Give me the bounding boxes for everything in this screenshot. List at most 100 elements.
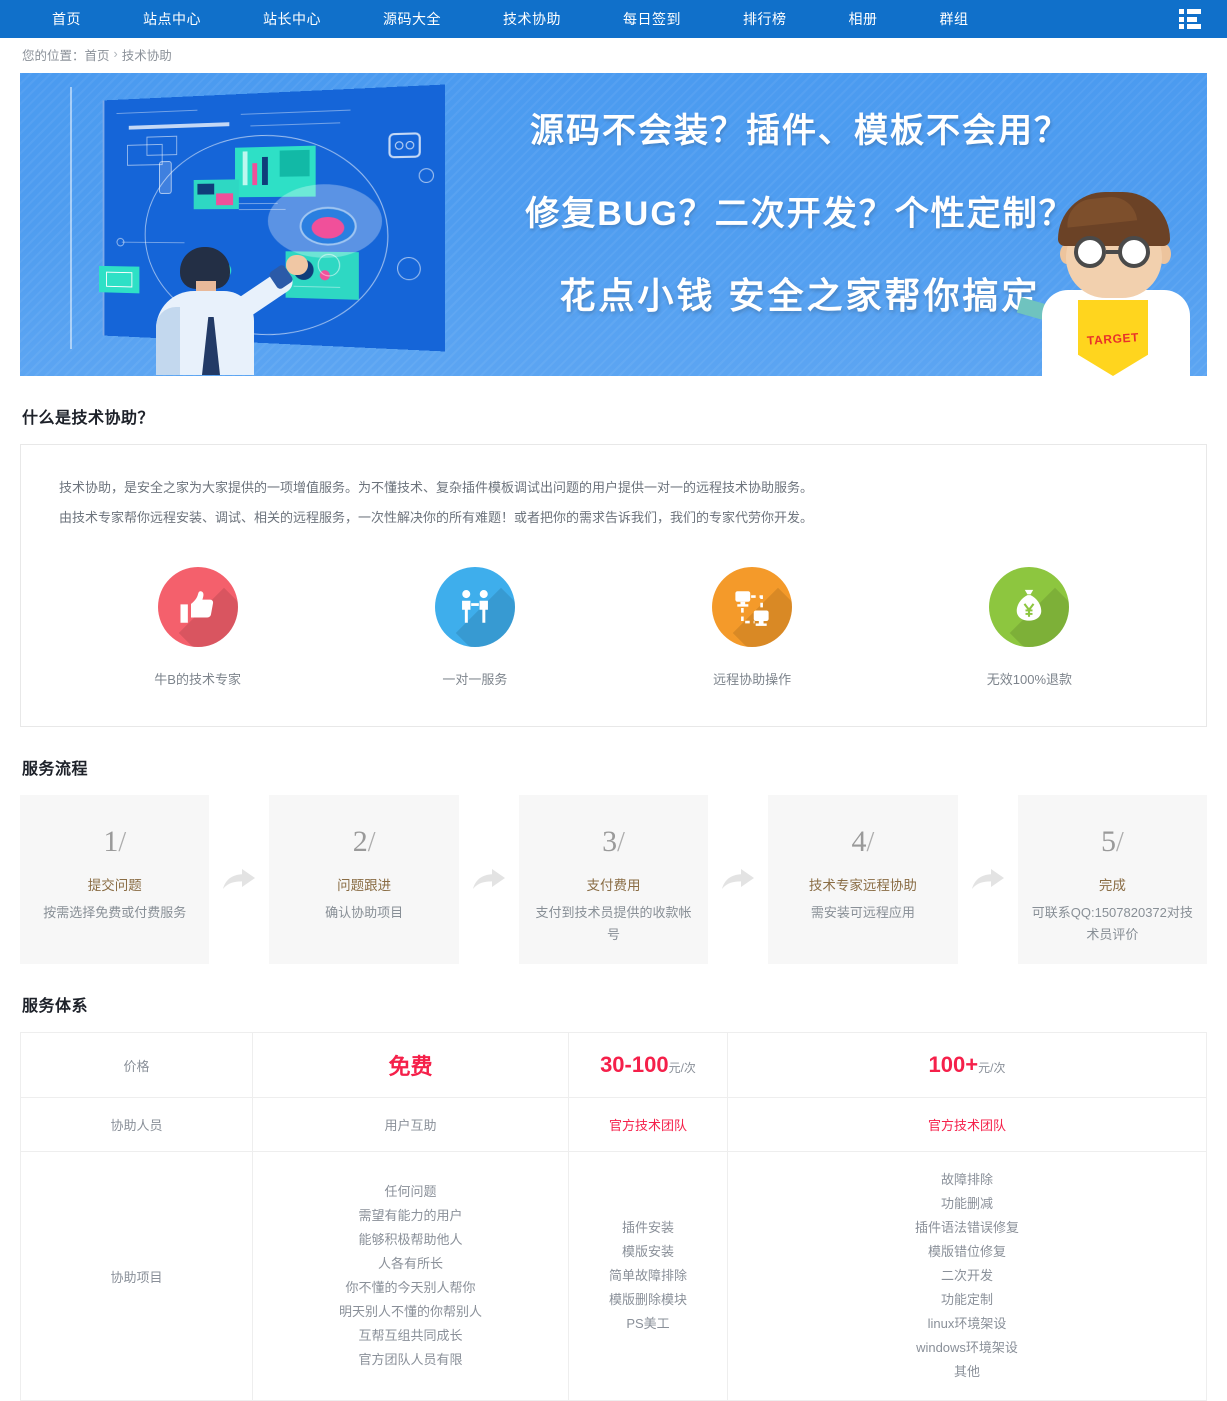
step-desc-5: 可联系QQ:1507820372对技术员评价 [1030,902,1195,946]
items-mid-cell: 插件安装 模版安装 简单故障排除 模版删除模块 PS美工 [569,1152,728,1401]
price-high-unit: 元/次 [978,1061,1005,1075]
step-number-5: 5/ [1030,819,1195,866]
forward-arrow-icon [209,795,269,964]
price-mid-cell: 30-100元/次 [569,1033,728,1098]
staff-mid-cell: 官方技术团队 [569,1098,728,1152]
list-item: 互帮互组共同成长 [261,1324,560,1348]
feature-item-one-on-one: 一对一服务 [336,567,613,688]
price-mid-unit: 元/次 [669,1061,696,1075]
list-item: 能够积极帮助他人 [261,1228,560,1252]
process-heading: 服务流程 [22,755,1227,779]
forward-arrow-icon [708,795,768,964]
mascot-illustration: TARGET [1032,186,1197,376]
breadcrumb: 您的位置： 首页 › 技术协助 [0,38,1227,70]
price-free-value: 免费 [388,1054,432,1079]
whatis-paragraph-1: 技术协助，是安全之家为大家提供的一项增值服务。为不懂技术、复杂插件模板调试出问题… [59,473,1168,503]
price-high-cell: 100+元/次 [728,1033,1207,1098]
breadcrumb-home[interactable]: 首页 [85,45,110,64]
feature-label-expert: 牛B的技术专家 [59,669,336,688]
breadcrumb-separator: › [114,47,118,61]
nav-item-site-center[interactable]: 站点中心 [143,9,201,29]
list-item: 简单故障排除 [577,1264,719,1288]
list-item: 功能定制 [736,1288,1198,1312]
services-heading: 服务体系 [22,992,1227,1016]
feature-label-remote: 远程协助操作 [614,669,891,688]
nav-item-daily-checkin[interactable]: 每日签到 [623,9,681,29]
breadcrumb-current: 技术协助 [122,45,172,64]
list-item: 功能删减 [736,1192,1198,1216]
process-step-1: 1/ 提交问题 按需选择免费或付费服务 [20,795,209,964]
feature-item-refund: 无效100%退款 [891,567,1168,688]
price-high-value: 100+ [929,1052,979,1077]
promo-banner[interactable]: 源码不会装？插件、模板不会用？ 修复BUG？二次开发？个性定制？ 花点小钱 安全… [20,73,1207,376]
nav-item-source-code[interactable]: 源码大全 [383,9,441,29]
list-item: linux环境架设 [736,1312,1198,1336]
list-item: 官方团队人员有限 [261,1348,560,1372]
whatis-panel: 技术协助，是安全之家为大家提供的一项增值服务。为不懂技术、复杂插件模板调试出问题… [20,444,1207,727]
nav-item-tech-support[interactable]: 技术协助 [503,9,561,29]
row-label-items: 协助项目 [21,1152,253,1401]
nav-item-album[interactable]: 相册 [849,9,878,29]
price-free-cell: 免费 [253,1033,569,1098]
thumbs-up-icon [158,567,238,647]
forward-arrow-icon [958,795,1018,964]
row-label-staff: 协助人员 [21,1098,253,1152]
forward-arrow-icon [459,795,519,964]
step-number-2: 2/ [281,819,446,866]
list-item: 你不懂的今天别人帮你 [261,1276,560,1300]
feature-item-remote: 远程协助操作 [614,567,891,688]
feature-label-one-on-one: 一对一服务 [336,669,613,688]
list-item: windows环境架设 [736,1336,1198,1360]
process-step-list: 1/ 提交问题 按需选择免费或付费服务 2/ 问题跟进 确认协助项目 3/ 支付… [20,795,1207,964]
step-title-3: 支付费用 [531,874,696,894]
step-desc-3: 支付到技术员提供的收款帐号 [531,902,696,946]
step-number-1: 1/ [32,819,197,866]
list-item: 插件安装 [577,1216,719,1240]
step-desc-4: 需安装可远程应用 [780,902,945,924]
step-desc-1: 按需选择免费或付费服务 [32,902,197,924]
process-step-2: 2/ 问题跟进 确认协助项目 [269,795,458,964]
step-number-4: 4/ [780,819,945,866]
list-item: 其他 [736,1360,1198,1384]
list-item: 插件语法错误修复 [736,1216,1198,1240]
step-title-1: 提交问题 [32,874,197,894]
money-bag-icon [989,567,1069,647]
step-title-5: 完成 [1030,874,1195,894]
items-free-cell: 任何问题 需望有能力的用户 能够积极帮助他人 人各有所长 你不懂的今天别人帮你 明天别人不… [253,1152,569,1401]
list-item: 模版安装 [577,1240,719,1264]
top-navbar: 首页 站点中心 站长中心 源码大全 技术协助 每日签到 排行榜 相册 群组 [0,0,1227,38]
banner-text-block: 源码不会装？插件、模板不会用？ 修复BUG？二次开发？个性定制？ 花点小钱 安全… [490,103,1110,319]
whatis-heading: 什么是技术协助？ [22,404,1227,428]
dashboard-illustration [58,85,478,375]
process-step-5: 5/ 完成 可联系QQ:1507820372对技术员评价 [1018,795,1207,964]
list-item: 明天别人不懂的你帮别人 [261,1300,560,1324]
list-item: 模版删除模块 [577,1288,719,1312]
nav-item-webmaster-center[interactable]: 站长中心 [263,9,321,29]
nav-item-home[interactable]: 首页 [52,9,81,29]
nav-item-groups[interactable]: 群组 [940,9,969,29]
process-step-3: 3/ 支付费用 支付到技术员提供的收款帐号 [519,795,708,964]
nav-item-list: 首页 站点中心 站长中心 源码大全 技术协助 每日签到 排行榜 相册 群组 [0,9,1179,29]
list-item: 故障排除 [736,1168,1198,1192]
feature-label-refund: 无效100%退款 [891,669,1168,688]
two-people-icon [435,567,515,647]
list-item: 模版错位修复 [736,1240,1198,1264]
step-title-2: 问题跟进 [281,874,446,894]
table-row-items: 协助项目 任何问题 需望有能力的用户 能够积极帮助他人 人各有所长 你不懂的今天别人帮你… [21,1152,1207,1401]
row-label-price: 价格 [21,1033,253,1098]
list-item: 人各有所长 [261,1252,560,1276]
nav-item-ranking[interactable]: 排行榜 [743,9,787,29]
items-high-cell: 故障排除 功能删减 插件语法错误修复 模版错位修复 二次开发 功能定制 linux环境架设 w… [728,1152,1207,1401]
list-item: PS美工 [577,1312,719,1336]
feature-item-expert: 牛B的技术专家 [59,567,336,688]
list-menu-icon[interactable] [1179,9,1201,29]
price-mid-value: 30-100 [600,1052,669,1077]
process-step-4: 4/ 技术专家远程协助 需安装可远程应用 [768,795,957,964]
table-row-staff: 协助人员 用户互助 官方技术团队 官方技术团队 [21,1098,1207,1152]
table-row-price: 价格 免费 30-100元/次 100+元/次 [21,1033,1207,1098]
step-desc-2: 确认协助项目 [281,902,446,924]
remote-desktop-icon [712,567,792,647]
staff-high-cell: 官方技术团队 [728,1098,1207,1152]
banner-line-2: 修复BUG？二次开发？个性定制？ [490,186,1110,235]
list-item: 需望有能力的用户 [261,1204,560,1228]
